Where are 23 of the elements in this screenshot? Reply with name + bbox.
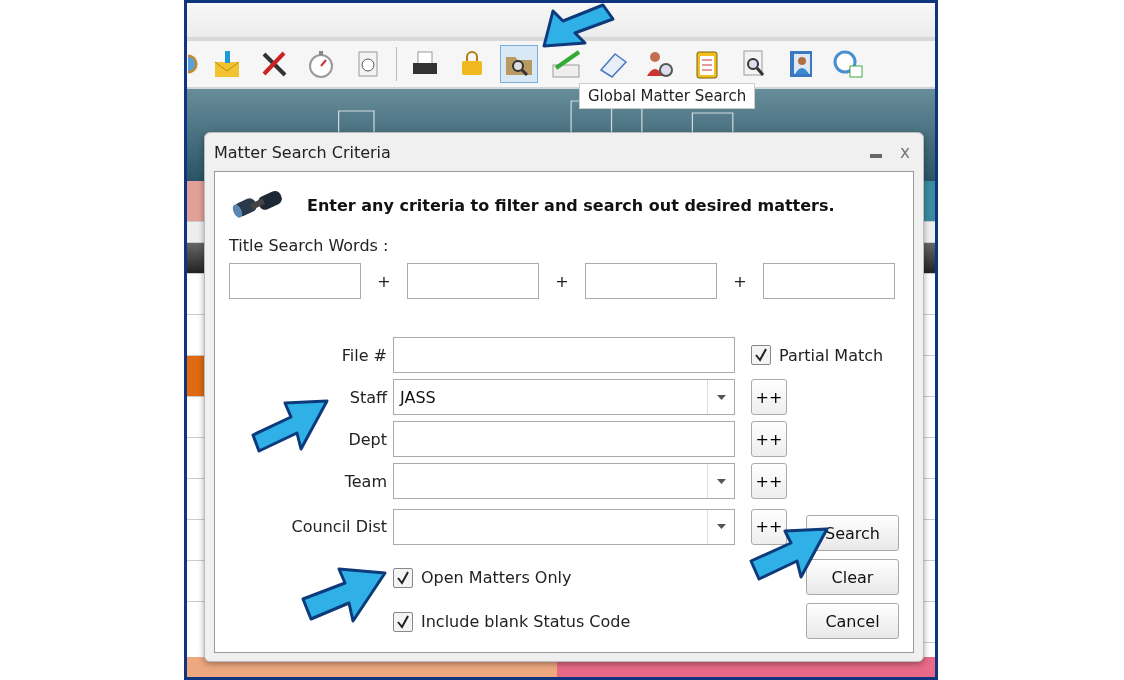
add-button[interactable]: ++ — [751, 379, 787, 415]
checkbox-label: Include blank Status Code — [421, 612, 631, 632]
plus-sign: + — [377, 271, 391, 291]
tooltip: Global Matter Search — [579, 83, 756, 109]
dialog-button[interactable]: Clear — [806, 559, 899, 595]
close-button[interactable]: x — [895, 142, 914, 162]
field-label: Title Search Words : — [229, 236, 390, 255]
plus-sign: + — [733, 271, 747, 291]
add-button[interactable]: ++ — [751, 508, 787, 545]
instruction-text: Enter any criteria to filter and search out desired matters. — [307, 195, 835, 215]
dialog-button[interactable]: Cancel — [806, 603, 899, 639]
add-button[interactable]: ++ — [751, 463, 787, 499]
field-label: Dept — [347, 429, 387, 449]
field-label: Staff — [348, 387, 387, 407]
add-button[interactable]: ++ — [751, 421, 787, 457]
field-label: Council Dist — [290, 517, 387, 537]
field-label: Team — [343, 471, 387, 491]
dialog-title: Matter Search Criteria — [214, 142, 392, 162]
checkbox-label: Open Matters Only — [421, 568, 572, 588]
field-label: File # — [340, 345, 387, 365]
dropdown-field[interactable]: JASS — [393, 379, 735, 415]
plus-sign: + — [555, 271, 569, 291]
checkbox-label: Partial Match — [779, 345, 884, 365]
